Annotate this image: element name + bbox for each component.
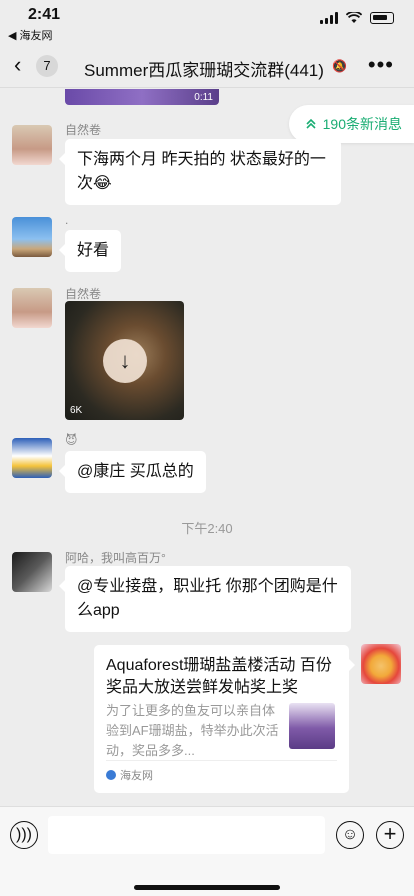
message-input[interactable] [48, 816, 325, 854]
avatar[interactable] [12, 438, 52, 478]
input-bar: ))) ☺ + [0, 806, 414, 896]
unread-count-badge[interactable]: 7 [36, 55, 58, 77]
download-icon[interactable]: ↓ [103, 339, 147, 383]
new-messages-button[interactable]: 190条新消息 [288, 105, 414, 143]
back-button[interactable]: ‹ [14, 54, 34, 78]
sender-name: 阿哈，我叫高百万° [65, 551, 166, 565]
back-to-app-link[interactable]: ◀ 海友网 [8, 27, 53, 43]
sender-name: 自然卷 [65, 287, 102, 301]
new-messages-label: 190条新消息 [322, 116, 402, 132]
link-card-message[interactable]: Aquaforest珊瑚盐盖楼活动 百份奖品大放送尝鲜发帖奖上奖 为了让更多的鱼… [94, 645, 355, 793]
signal-icon [320, 12, 338, 24]
more-options-button[interactable]: ••• [368, 52, 394, 78]
battery-icon [370, 12, 394, 24]
avatar[interactable] [12, 552, 52, 592]
avatar[interactable] [12, 288, 52, 328]
link-title: Aquaforest珊瑚盐盖楼活动 百份奖品大放送尝鲜发帖奖上奖 [106, 657, 332, 696]
mute-icon: 🔕 [332, 59, 347, 73]
source-logo-icon [106, 770, 116, 780]
sender-name: 自然卷 [65, 123, 102, 137]
home-indicator [134, 885, 280, 890]
sender-name: . [65, 213, 69, 227]
time-divider: 下午2:40 [181, 521, 233, 536]
plus-icon[interactable]: + [376, 821, 404, 849]
link-source: 海友网 [106, 760, 337, 783]
video-duration: 0:11 [194, 92, 213, 103]
avatar[interactable] [12, 125, 52, 165]
wifi-icon [346, 12, 362, 23]
chat-title: Summer西瓜家珊瑚交流群(441) [84, 61, 324, 80]
message-bubble[interactable]: 下海两个月 昨天拍的 状态最好的一次😂 [59, 139, 341, 205]
sender-name: 😈 [65, 433, 78, 447]
status-bar: 2:41 ◀ 海友网 [0, 0, 414, 44]
image-size: 6K [70, 405, 83, 416]
message-bubble[interactable]: @康庄 买瓜总的 [59, 451, 206, 493]
emoji-icon[interactable]: ☺ [336, 821, 364, 849]
message-bubble[interactable]: 好看 [58, 230, 122, 272]
link-thumbnail [289, 703, 335, 749]
status-time: 2:41 [28, 6, 61, 23]
status-icons [320, 12, 394, 24]
message-bubble[interactable]: @专业接盘，职业托 你那个团购是什么app [59, 566, 351, 632]
chat-header: ‹ 7 Summer西瓜家珊瑚交流群(441) 🔕 ••• [0, 44, 414, 88]
image-message[interactable]: ↓ 6K [65, 301, 184, 420]
video-message[interactable]: 0:11 [65, 89, 219, 105]
double-chevron-up-icon [306, 118, 316, 129]
voice-input-icon[interactable]: ))) [10, 821, 38, 849]
my-avatar[interactable] [361, 644, 401, 684]
link-description: 为了让更多的鱼友可以亲自体验到AF珊瑚盐，特举办此次活动，奖品多多... [106, 703, 279, 758]
link-source-label: 海友网 [120, 770, 153, 782]
chat-area[interactable]: 0:11 190条新消息 自然卷 下海两个月 昨天拍的 状态最好的一次😂 . 好… [0, 89, 414, 806]
avatar[interactable] [12, 217, 52, 257]
